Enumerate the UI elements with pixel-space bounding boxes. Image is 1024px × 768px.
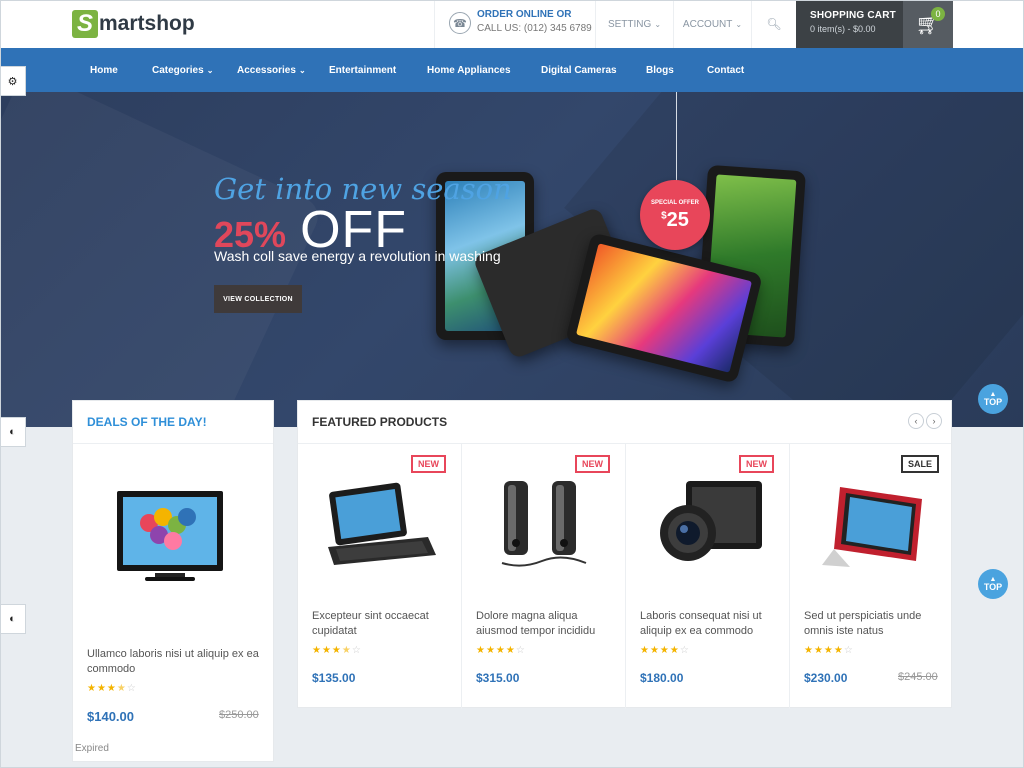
theme-side-tab[interactable]: ◐ bbox=[0, 604, 26, 634]
tablet-stand-image bbox=[822, 487, 922, 567]
nav-item-label: Categories bbox=[152, 64, 204, 76]
nav-item-categories[interactable]: Categories ⌄ bbox=[152, 48, 213, 92]
top-header: S martshop ☎ ORDER ONLINE OR CALL US: (0… bbox=[0, 0, 1024, 48]
chevron-left-icon: ‹ bbox=[914, 416, 918, 426]
back-to-top-button[interactable]: ▲ TOP bbox=[978, 384, 1008, 414]
tablet-keyboard-image bbox=[328, 482, 436, 565]
setting-menu[interactable]: SETTING ⌄ bbox=[596, 0, 674, 48]
logo-text: martshop bbox=[99, 12, 195, 35]
hero-banner: SPECIAL OFFER $25 Get into new season 25… bbox=[0, 92, 1024, 427]
cart-summary: 0 item(s) - $0.00 bbox=[810, 24, 876, 34]
new-badge: NEW bbox=[575, 455, 610, 473]
hero-description: Wash coll save energy a revolution in wa… bbox=[214, 248, 501, 264]
product-card[interactable]: NEW Laboris consequat nisi ut aliquip ex… bbox=[626, 443, 790, 709]
order-online-label: ORDER ONLINE OR bbox=[477, 9, 572, 20]
main-nav: Home Categories ⌄ Accessories ⌄ Entertainm… bbox=[0, 48, 1024, 92]
camera-image bbox=[660, 481, 762, 561]
cart-count-badge: 0 bbox=[931, 7, 945, 21]
new-badge: NEW bbox=[739, 455, 774, 473]
contrast-icon: ◐ bbox=[9, 613, 16, 625]
setting-label: SETTING bbox=[607, 18, 652, 30]
rating-stars: ★★★★☆ bbox=[476, 645, 526, 656]
special-offer-amount: 25 bbox=[666, 209, 689, 231]
phone-number: CALL US: (012) 345 6789 bbox=[477, 23, 592, 34]
cart-button[interactable]: 🛒︎ 0 bbox=[903, 0, 953, 48]
nav-item-label: Contact bbox=[707, 64, 745, 76]
new-badge: NEW bbox=[411, 455, 446, 473]
nav-item-digital-cameras[interactable]: Digital Cameras bbox=[541, 48, 617, 92]
rating-stars: ★★★★☆ bbox=[87, 683, 137, 694]
carousel-prev-button[interactable]: ‹ bbox=[908, 413, 924, 429]
special-offer-price: $25 bbox=[640, 209, 710, 232]
chevron-down-icon: ⌄ bbox=[654, 19, 662, 29]
deals-title: DEALS OF THE DAY! bbox=[87, 415, 207, 429]
deal-price: $140.00 bbox=[87, 709, 134, 724]
top-label: TOP bbox=[983, 397, 1003, 407]
nav-item-label: Accessories bbox=[237, 64, 296, 76]
product-price: $135.00 bbox=[312, 671, 356, 685]
product-price: $180.00 bbox=[640, 671, 684, 685]
nav-item-label: Entertainment bbox=[329, 64, 397, 76]
nav-item-contact[interactable]: Contact bbox=[707, 48, 744, 92]
settings-side-tab[interactable]: ⚙ bbox=[0, 66, 26, 96]
featured-title: FEATURED PRODUCTS bbox=[312, 415, 448, 429]
tv-product-image[interactable] bbox=[115, 489, 225, 587]
account-menu[interactable]: ACCOUNT ⌄ bbox=[674, 0, 752, 48]
product-name[interactable]: Excepteur sint occaecat cupidatat bbox=[312, 609, 452, 639]
rating-stars: ★★★★☆ bbox=[804, 645, 854, 656]
product-price: $230.00 bbox=[804, 671, 848, 685]
theme-side-tab[interactable]: ◐ bbox=[0, 417, 26, 447]
divider bbox=[73, 443, 273, 444]
rating-stars: ★★★★☆ bbox=[312, 645, 362, 656]
sale-badge: SALE bbox=[900, 455, 939, 473]
special-offer-label: SPECIAL OFFER bbox=[651, 200, 699, 206]
logo-mark: S bbox=[72, 10, 98, 38]
product-card[interactable]: NEW Dolore magna aliqua aiusmod tempor i… bbox=[462, 443, 626, 709]
search-icon: 🔍︎ bbox=[766, 17, 782, 31]
speakers-image bbox=[501, 481, 587, 567]
product-card[interactable]: SALE Sed ut perspiciatis unde omnis iste… bbox=[790, 443, 954, 709]
nav-item-accessories[interactable]: Accessories ⌄ bbox=[237, 48, 306, 92]
chevron-down-icon: ⌄ bbox=[298, 65, 306, 75]
deal-product-name[interactable]: Ullamco laboris nisi ut aliquip ex ea co… bbox=[87, 647, 263, 677]
chevron-down-icon: ⌄ bbox=[735, 19, 743, 29]
rating-stars: ★★★★☆ bbox=[640, 645, 690, 656]
nav-item-label: Home Appliances bbox=[427, 64, 511, 76]
view-collection-button[interactable]: VIEW COLLECTION bbox=[214, 285, 302, 313]
back-to-top-button[interactable]: ▲ TOP bbox=[978, 569, 1008, 599]
carousel-next-button[interactable]: › bbox=[926, 413, 942, 429]
product-card[interactable]: NEW Excepteur sint occaecat cupidatat ★★… bbox=[298, 443, 462, 709]
nav-item-home[interactable]: Home bbox=[90, 48, 118, 92]
product-name[interactable]: Dolore magna aliqua aiusmod tempor incid… bbox=[476, 609, 616, 639]
nav-item-label: Digital Cameras bbox=[541, 64, 617, 76]
featured-products: FEATURED PRODUCTS ‹ › NEW Excepteur sint… bbox=[297, 400, 954, 709]
nav-item-entertainment[interactable]: Entertainment bbox=[329, 48, 396, 92]
gear-icon: ⚙ bbox=[7, 75, 18, 88]
product-old-price: $245.00 bbox=[898, 671, 938, 683]
nav-item-label: Home bbox=[90, 64, 118, 76]
special-offer-badge: SPECIAL OFFER $25 bbox=[640, 180, 710, 250]
contrast-icon: ◐ bbox=[9, 426, 16, 438]
deal-old-price: $250.00 bbox=[219, 709, 259, 721]
product-name[interactable]: Laboris consequat nisi ut aliquip ex ea … bbox=[640, 609, 780, 639]
product-price: $315.00 bbox=[476, 671, 520, 685]
site-logo[interactable]: S martshop bbox=[72, 8, 195, 40]
product-name[interactable]: Sed ut perspiciatis unde omnis iste natu… bbox=[804, 609, 944, 639]
nav-item-home-appliances[interactable]: Home Appliances bbox=[427, 48, 511, 92]
nav-item-blogs[interactable]: Blogs bbox=[646, 48, 674, 92]
top-label: TOP bbox=[983, 582, 1003, 592]
deal-status: Expired bbox=[75, 743, 109, 754]
phone-icon: ☎ bbox=[449, 12, 471, 34]
badge-hanger-line bbox=[676, 92, 677, 184]
contact-block: ☎ ORDER ONLINE OR CALL US: (012) 345 678… bbox=[434, 0, 596, 48]
deals-of-the-day: DEALS OF THE DAY! Ullamco laboris nisi u… bbox=[72, 400, 274, 762]
shopping-cart[interactable]: SHOPPING CART 0 item(s) - $0.00 bbox=[796, 0, 903, 48]
chevron-down-icon: ⌄ bbox=[206, 65, 214, 75]
search-button[interactable]: 🔍︎ bbox=[752, 0, 796, 48]
cart-title: SHOPPING CART bbox=[810, 10, 896, 21]
account-label: ACCOUNT bbox=[682, 18, 733, 30]
nav-item-label: Blogs bbox=[646, 64, 674, 76]
chevron-right-icon: › bbox=[932, 416, 936, 426]
